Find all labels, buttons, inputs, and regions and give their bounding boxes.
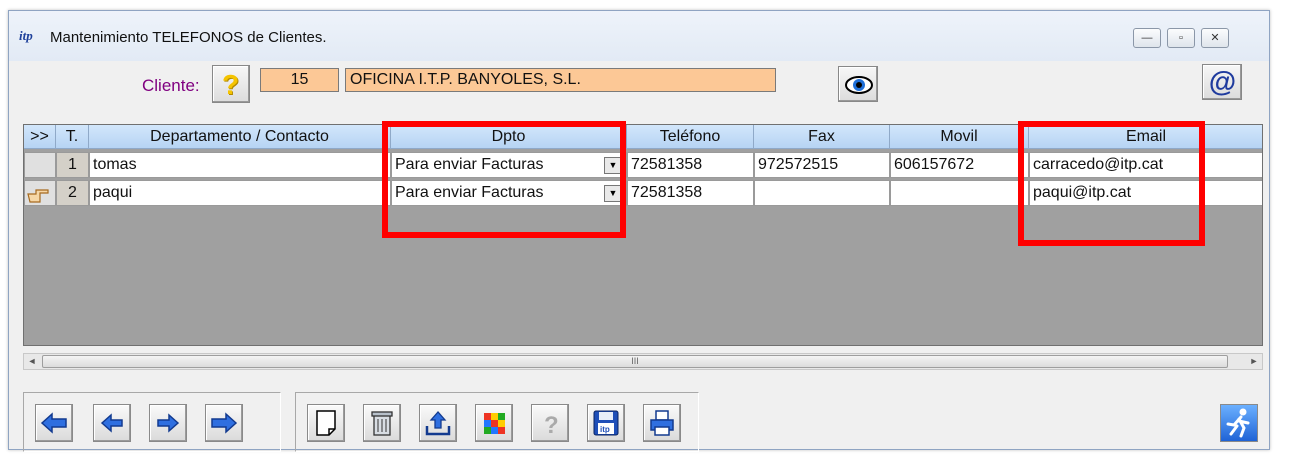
fax-cell[interactable]: 972572515 (754, 152, 890, 178)
client-code-field[interactable]: 15 (260, 68, 339, 92)
scroll-right-icon[interactable]: ► (1247, 355, 1261, 368)
running-man-exit-icon (1226, 408, 1250, 438)
client-lookup-button[interactable]: ? (212, 65, 250, 103)
column-header-email[interactable]: Email (1029, 125, 1262, 149)
last-record-button[interactable] (205, 404, 243, 442)
rubiks-cube-icon (484, 413, 505, 434)
export-button[interactable] (419, 404, 457, 442)
arrow-left-bar-icon (40, 412, 67, 434)
email-cell[interactable]: paqui@itp.cat (1029, 180, 1262, 206)
close-icon[interactable]: ✕ (1201, 28, 1229, 48)
column-header-dpto[interactable]: Dpto (391, 125, 627, 149)
maximize-icon[interactable]: ▫ (1167, 28, 1195, 48)
row-number: 2 (56, 180, 89, 206)
delete-button[interactable] (363, 404, 401, 442)
question-mark-icon: ? (222, 69, 240, 100)
arrow-right-icon (157, 413, 180, 433)
floppy-disk-icon: itp (593, 410, 619, 436)
table-row[interactable]: 1 tomas Para enviar Facturas ▼ 72581358 … (24, 151, 1262, 179)
column-header-movil[interactable]: Movil (890, 125, 1029, 149)
fax-cell[interactable] (754, 180, 890, 206)
telefono-cell[interactable]: 72581358 (627, 180, 754, 206)
window-title: Mantenimiento TELEFONOS de Clientes. (50, 29, 327, 46)
title-bar: itp Mantenimiento TELEFONOS de Clientes.… (9, 11, 1269, 61)
phones-grid: >> T. Departamento / Contacto Dpto Teléf… (23, 124, 1263, 346)
printer-icon (650, 410, 674, 436)
grid-header: >> T. Departamento / Contacto Dpto Teléf… (24, 125, 1262, 149)
dropdown-arrow-icon[interactable]: ▼ (604, 157, 622, 174)
email-cell[interactable]: carracedo@itp.cat (1029, 152, 1262, 178)
previous-record-button[interactable] (93, 404, 131, 442)
print-button[interactable] (643, 404, 681, 442)
dpto-value: Para enviar Facturas (395, 184, 544, 201)
horizontal-scrollbar[interactable]: ◄ III ► (23, 353, 1263, 370)
help-button[interactable]: ? (531, 404, 569, 442)
svg-text:?: ? (544, 412, 559, 438)
first-record-button[interactable] (35, 404, 73, 442)
client-name-field[interactable]: OFICINA I.T.P. BANYOLES, S.L. (345, 68, 776, 92)
dpto-value: Para enviar Facturas (395, 156, 544, 173)
eye-icon (845, 76, 873, 94)
client-phones-window: itp Mantenimiento TELEFONOS de Clientes.… (8, 10, 1270, 452)
scroll-left-icon[interactable]: ◄ (25, 355, 39, 368)
row-number: 1 (56, 152, 89, 178)
arrow-left-icon (100, 413, 123, 433)
scroll-thumb[interactable]: III (42, 355, 1228, 368)
table-row[interactable]: 2 paqui Para enviar Facturas ▼ 72581358 … (24, 179, 1262, 207)
minimize-icon[interactable]: — (1133, 28, 1161, 48)
dropdown-arrow-icon[interactable]: ▼ (604, 185, 622, 202)
svg-text:itp: itp (600, 425, 610, 434)
options-button[interactable] (475, 404, 513, 442)
email-button[interactable]: @ (1202, 64, 1242, 100)
next-record-button[interactable] (149, 404, 187, 442)
upload-tray-icon (425, 411, 451, 436)
exit-button[interactable] (1220, 404, 1258, 442)
cliente-label: Cliente: (142, 76, 200, 95)
column-header-fax[interactable]: Fax (754, 125, 890, 149)
dpto-select[interactable]: Para enviar Facturas ▼ (391, 180, 627, 206)
telefono-cell[interactable]: 72581358 (627, 152, 754, 178)
row-selector[interactable] (24, 152, 56, 178)
contacto-cell[interactable]: tomas (89, 152, 391, 178)
column-header-telefono[interactable]: Teléfono (627, 125, 754, 149)
dpto-select[interactable]: Para enviar Facturas ▼ (391, 152, 627, 178)
view-button[interactable] (838, 66, 878, 102)
trash-can-icon (371, 411, 393, 436)
row-selector[interactable] (24, 180, 56, 206)
movil-cell[interactable]: 606157672 (890, 152, 1029, 178)
arrow-right-bar-icon (211, 412, 238, 434)
new-record-button[interactable] (307, 404, 345, 442)
save-button[interactable]: itp (587, 404, 625, 442)
blank-page-icon (316, 410, 336, 436)
column-header-t[interactable]: T. (56, 125, 89, 149)
column-header-expand[interactable]: >> (24, 125, 56, 149)
app-logo-icon: itp (19, 28, 33, 43)
contacto-cell[interactable]: paqui (89, 180, 391, 206)
pointing-hand-icon (27, 189, 49, 203)
movil-cell[interactable] (890, 180, 1029, 206)
at-sign-icon: @ (1208, 66, 1236, 97)
client-selector-row: Cliente: ? 15 OFICINA I.T.P. BANYOLES, S… (9, 61, 1269, 121)
column-header-contacto[interactable]: Departamento / Contacto (89, 125, 391, 149)
help-question-icon: ? (544, 412, 559, 438)
